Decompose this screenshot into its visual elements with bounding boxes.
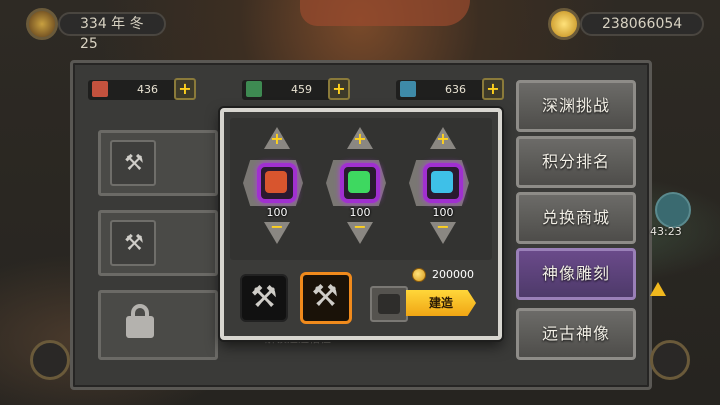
menu-exchange-shop[interactable]: 兑换商城 xyxy=(516,192,636,244)
hammer-icon: ⚒ xyxy=(110,220,156,266)
hammer-icon: ⚒ xyxy=(311,279,339,314)
menu-points-ranking[interactable]: 积分排名 xyxy=(516,136,636,188)
dragon-decoration xyxy=(300,0,470,26)
gold-coin-icon xyxy=(412,268,426,282)
build-cost: 200000 xyxy=(432,268,474,281)
resource-green-count: 459 xyxy=(291,83,312,96)
red-cube-icon xyxy=(92,81,108,97)
add-blue-resource-button[interactable]: + xyxy=(482,78,504,100)
build-button[interactable]: 建造 xyxy=(406,290,476,316)
menu-statue-carving[interactable]: 神像雕刻 xyxy=(516,248,636,300)
corner-ornament-icon xyxy=(30,340,70,380)
lock-body-icon xyxy=(126,316,154,338)
resource-blue-count: 636 xyxy=(445,83,466,96)
menu-ancient-statue[interactable]: 远古神像 xyxy=(516,308,636,360)
date-bar: 334 年 冬 25 xyxy=(58,12,166,52)
resource-red-count: 436 xyxy=(137,83,158,96)
gold-bar: 238066054 xyxy=(580,12,704,36)
event-avatar-icon[interactable] xyxy=(655,192,691,228)
event-timer: 43:23 xyxy=(650,225,682,238)
green-cube-icon xyxy=(246,81,262,97)
blue-gem-icon xyxy=(431,171,453,193)
gem-red-count: 100 xyxy=(266,206,288,219)
add-red-resource-button[interactable]: + xyxy=(174,78,196,100)
season-emblem-icon[interactable] xyxy=(26,8,58,40)
green-gem-icon xyxy=(348,171,370,193)
hammer-option-selected[interactable]: ⚒ xyxy=(300,272,352,324)
hammer-option-basic[interactable]: ⚒ xyxy=(240,274,288,322)
menu-abyss-challenge[interactable]: 深渊挑战 xyxy=(516,80,636,132)
blue-cube-icon xyxy=(400,81,416,97)
build-slot-locked[interactable] xyxy=(98,290,218,360)
hammer-icon: ⚒ xyxy=(250,280,278,315)
hammer-icon: ⚒ xyxy=(110,140,156,186)
corner-ornament-icon xyxy=(650,340,690,380)
gold-coin-icon xyxy=(548,8,580,40)
gem-blue-count: 100 xyxy=(432,206,454,219)
red-gem-icon xyxy=(265,171,287,193)
gem-green-count: 100 xyxy=(349,206,371,219)
gold-total: 238066054 xyxy=(602,16,683,32)
statue-face-icon xyxy=(378,294,400,314)
add-green-resource-button[interactable]: + xyxy=(328,78,350,100)
